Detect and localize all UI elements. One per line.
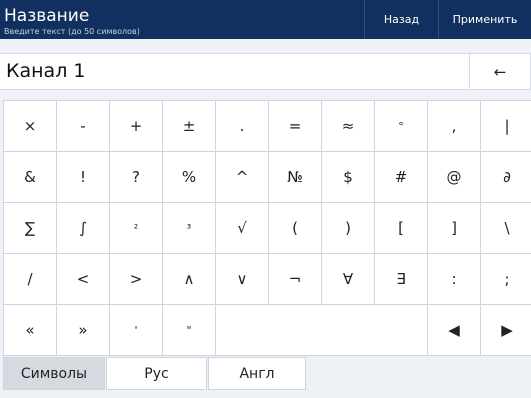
key-space[interactable] [216, 305, 427, 355]
key-comma[interactable]: , [428, 101, 480, 151]
key-left-bracket[interactable]: [ [375, 203, 427, 253]
key-exists[interactable]: ∃ [375, 254, 427, 304]
key-colon[interactable]: : [428, 254, 480, 304]
key-right-bracket[interactable]: ] [428, 203, 480, 253]
keyboard-layout-tabs: Символы Рус Англ [3, 357, 306, 390]
key-logical-not[interactable]: ¬ [269, 254, 321, 304]
key-sum[interactable]: ∑ [4, 203, 56, 253]
key-semicolon[interactable]: ; [481, 254, 531, 304]
tab-russian[interactable]: Рус [106, 357, 207, 390]
key-percent[interactable]: % [163, 152, 215, 202]
back-button[interactable]: Назад [365, 0, 438, 39]
key-partial[interactable]: ∂ [481, 152, 531, 202]
key-plus[interactable]: + [110, 101, 162, 151]
page-subtitle: Введите текст (до 50 символов) [4, 27, 140, 36]
backspace-arrow-icon: ← [493, 62, 507, 81]
key-minus[interactable]: - [57, 101, 109, 151]
key-caret[interactable]: ^ [216, 152, 268, 202]
key-question[interactable]: ? [110, 152, 162, 202]
key-backslash[interactable]: \ [481, 203, 531, 253]
arrow-right-icon: ▶ [501, 321, 513, 339]
key-plus-minus[interactable]: ± [163, 101, 215, 151]
key-apostrophe[interactable]: ' [110, 305, 162, 355]
key-period[interactable]: . [216, 101, 268, 151]
tab-english[interactable]: Англ [208, 357, 306, 390]
key-multiply[interactable]: × [4, 101, 56, 151]
key-superscript-three[interactable]: ³ [163, 203, 215, 253]
arrow-left-icon: ◀ [448, 321, 460, 339]
key-pipe[interactable]: | [481, 101, 531, 151]
key-superscript-two[interactable]: ² [110, 203, 162, 253]
key-numero[interactable]: № [269, 152, 321, 202]
key-at[interactable]: @ [428, 152, 480, 202]
page-title: Название [4, 6, 90, 26]
key-equals[interactable]: = [269, 101, 321, 151]
key-approx[interactable]: ≈ [322, 101, 374, 151]
symbol-keyboard: × - + ± . = ≈ ° , | & ! ? % ^ № $ # @ ∂ … [3, 100, 531, 356]
key-slash[interactable]: / [4, 254, 56, 304]
key-logical-and[interactable]: ∧ [163, 254, 215, 304]
text-input-field[interactable]: Канал 1 [0, 53, 469, 90]
key-degree[interactable]: ° [375, 101, 427, 151]
cursor-left-button[interactable]: ◀ [428, 305, 480, 355]
backspace-button[interactable]: ← [469, 53, 531, 90]
key-hash[interactable]: # [375, 152, 427, 202]
key-double-quote[interactable]: " [163, 305, 215, 355]
key-integral[interactable]: ∫ [57, 203, 109, 253]
key-dollar[interactable]: $ [322, 152, 374, 202]
key-left-paren[interactable]: ( [269, 203, 321, 253]
key-greater-than[interactable]: > [110, 254, 162, 304]
key-logical-or[interactable]: ∨ [216, 254, 268, 304]
key-right-paren[interactable]: ) [322, 203, 374, 253]
key-sqrt[interactable]: √ [216, 203, 268, 253]
apply-button[interactable]: Применить [439, 0, 531, 39]
header-bar: Название Введите текст (до 50 символов) … [0, 0, 531, 39]
tab-symbols[interactable]: Символы [3, 357, 105, 390]
key-ampersand[interactable]: & [4, 152, 56, 202]
key-for-all[interactable]: ∀ [322, 254, 374, 304]
cursor-right-button[interactable]: ▶ [481, 305, 531, 355]
key-less-than[interactable]: < [57, 254, 109, 304]
key-exclamation[interactable]: ! [57, 152, 109, 202]
key-right-guillemet[interactable]: » [57, 305, 109, 355]
key-left-guillemet[interactable]: « [4, 305, 56, 355]
